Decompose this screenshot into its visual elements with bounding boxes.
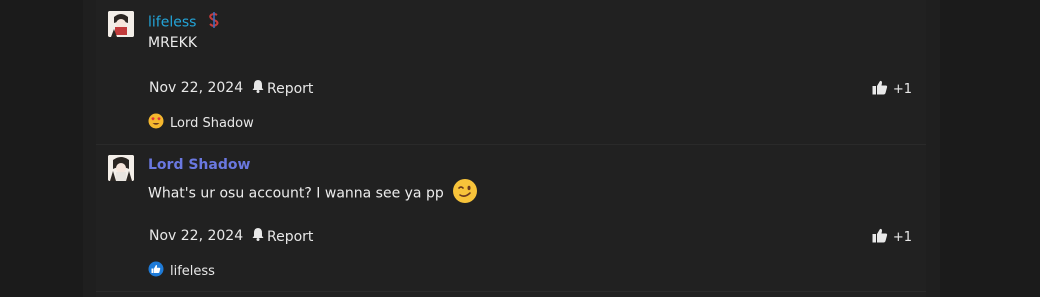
thumbs-up-reaction-icon	[148, 261, 164, 281]
comment-author[interactable]: lifeless	[148, 12, 221, 33]
comment-date: Nov 22, 2024	[149, 228, 244, 244]
like-count: +1	[892, 82, 912, 97]
page-left-gutter	[0, 0, 83, 297]
reaction-row[interactable]: Lord Shadow	[148, 113, 254, 133]
report-label: Report	[267, 228, 314, 245]
avatar[interactable]	[108, 155, 134, 181]
comment-author[interactable]: Lord Shadow	[148, 156, 250, 174]
report-button[interactable]: Report	[251, 227, 313, 246]
reaction-user[interactable]: Lord Shadow	[170, 116, 254, 131]
dollar-sign-icon	[207, 12, 221, 33]
winking-face-emoji-icon	[452, 178, 478, 209]
thumbs-up-icon	[872, 228, 888, 247]
comment: Lord Shadow What's ur osu account? I wan…	[96, 145, 926, 292]
bell-icon	[251, 79, 265, 98]
comment-text: MREKK	[148, 35, 198, 51]
report-label: Report	[267, 80, 314, 97]
bell-icon	[251, 227, 265, 246]
avatar[interactable]	[108, 11, 134, 37]
page-right-gutter	[940, 0, 1040, 297]
reaction-user[interactable]: lifeless	[170, 264, 215, 279]
like-button[interactable]: +1	[872, 80, 912, 99]
comment-date: Nov 22, 2024	[149, 80, 244, 96]
author-name[interactable]: lifeless	[148, 15, 196, 31]
report-button[interactable]: Report	[251, 79, 313, 98]
like-count: +1	[892, 230, 912, 245]
comment-text-body: What's ur osu account? I wanna see ya pp	[148, 185, 444, 202]
heart-eyes-emoji-icon	[148, 113, 164, 133]
comment-text: What's ur osu account? I wanna see ya pp	[148, 178, 478, 209]
thumbs-up-icon	[872, 80, 888, 99]
comment: lifeless MREKK Nov 22, 2024 Report +1 Lo…	[96, 0, 926, 145]
reaction-row[interactable]: lifeless	[148, 261, 215, 281]
like-button[interactable]: +1	[872, 228, 912, 247]
